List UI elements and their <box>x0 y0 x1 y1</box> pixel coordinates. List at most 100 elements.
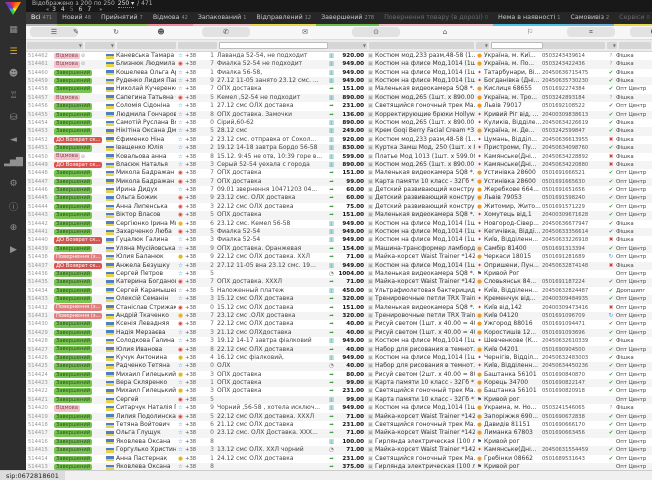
table-row[interactable]: 514447 Завершений Микола Бадражан ◉ +38 … <box>26 178 652 186</box>
comment-icon[interactable]: ✉ <box>299 27 311 37</box>
delivery-pin-icon[interactable]: ⚐ <box>524 27 536 37</box>
table-row[interactable]: 514422 Завершений Михаил Гилецький ● +38… <box>26 387 652 395</box>
table-row[interactable]: 514439 Завершений Уляна Мусійовська ☆ +3… <box>26 245 652 253</box>
settings-icon[interactable]: ⚙ <box>0 173 26 195</box>
table-row[interactable]: 514428 Завершений Солодкова Галина В... … <box>26 337 652 345</box>
marketing-icon[interactable]: ◄ <box>0 129 26 151</box>
column-filter[interactable]: ▼ <box>476 42 489 49</box>
info-icon[interactable]: ⓘ <box>0 195 26 217</box>
reports-icon[interactable]: ▂▅▇ <box>0 151 26 173</box>
status-tab[interactable]: Прийнятий 7 <box>96 12 148 26</box>
table-row[interactable]: 514418 Завершений Тетяна Войтович ☆ +38 … <box>26 421 652 429</box>
client-phone[interactable]: +38 <box>185 102 205 110</box>
table-row[interactable]: 514429 Завершений Надія Мерзаєва ☆ +38 3… <box>26 329 652 337</box>
table-row[interactable]: 514452 ДО Возврат ск... Єфименко Ніна ☆ … <box>26 136 652 144</box>
table-row[interactable]: 514457 Відмова Сапегина Татьяна С... ◉ +… <box>26 94 652 102</box>
page-size-select[interactable]: 250 ▾ <box>118 1 134 8</box>
table-row[interactable]: 514460 Завершений Кошелева Ольга Ар... ☆… <box>26 69 652 77</box>
clients-icon[interactable]: ☻ <box>155 27 167 37</box>
client-phone[interactable]: +38 <box>185 362 205 370</box>
table-row[interactable]: 514459 Завершений Руденко Лидия Пав... ☆… <box>26 77 652 85</box>
client-phone[interactable]: +38 <box>185 262 205 270</box>
client-phone[interactable]: +38 <box>185 379 205 387</box>
client-phone[interactable]: +38 <box>185 320 205 328</box>
table-row[interactable]: 514415 Завершений Горгулько Христина... … <box>26 446 652 454</box>
column-filter[interactable] <box>369 42 474 49</box>
table-row[interactable]: 514417 Завершений Ольга Глущук ☆ +38 0 2… <box>26 429 652 437</box>
table-row[interactable]: 514441 Завершений Захарченко Люба ◉ +38 … <box>26 228 652 236</box>
table-row[interactable]: 514450 Відмова⊘ Ковальова анна ☆ +38 8 1… <box>26 153 652 161</box>
table-row[interactable]: 514433 Завершений Олексій Семанін ☆ +38 … <box>26 295 652 303</box>
client-phone[interactable]: +38 <box>185 337 205 345</box>
client-phone[interactable]: +38 <box>185 52 205 60</box>
table-row[interactable]: 514434 Завершений Сергей Карамышев ☆ +38… <box>26 287 652 295</box>
column-filter[interactable] <box>491 42 543 49</box>
table-row[interactable]: 514419 Завершений Лилия Подолинская ◉ +3… <box>26 413 652 421</box>
client-phone[interactable]: +38 <box>185 304 205 312</box>
orders-icon[interactable]: ☰ <box>0 41 26 63</box>
video-icon[interactable]: ▶ <box>0 239 26 261</box>
table-row[interactable]: 514443 Завершений Віктор Власов ◉ +38 5 … <box>26 211 652 219</box>
client-phone[interactable]: +38 <box>185 446 205 454</box>
client-phone[interactable]: +38 <box>185 278 205 286</box>
ttn-scan-icon[interactable]: ⌗ <box>567 27 615 37</box>
client-phone[interactable]: +38 <box>185 94 205 102</box>
client-phone[interactable]: +38 <box>185 387 205 395</box>
client-phone[interactable]: +38 <box>185 161 205 169</box>
client-phone[interactable]: +38 <box>185 371 205 379</box>
column-filter[interactable]: ▼ <box>85 42 115 49</box>
table-row[interactable]: 514431 Повернення (з... Андрій Ткаченко … <box>26 312 652 320</box>
table-row[interactable]: 514425 Завершений Радченко Тетяна ☆ +38 … <box>26 362 652 370</box>
client-phone[interactable]: +38 <box>185 144 205 152</box>
table-row[interactable]: 514445 Завершений Ольга Божик ◉ +38 9 23… <box>26 194 652 202</box>
column-filter[interactable] <box>619 42 651 49</box>
finance-icon[interactable]: ♖ <box>0 85 26 107</box>
client-phone[interactable]: +38 <box>185 346 205 354</box>
table-row[interactable]: 514437 ДО Возврат ск... Анжела Безушку ☆… <box>26 262 652 270</box>
refresh-icon[interactable]: ↻ <box>110 27 122 37</box>
status-tab[interactable]: Відмова 42 <box>148 12 193 26</box>
table-row[interactable]: 514413 Завершений Яковлева Оксана ☆ +38 … <box>26 463 652 470</box>
status-tab[interactable]: Повернення товару (в дорозі) 0 <box>379 12 493 26</box>
table-row[interactable]: 514446 Завершений Ирина Дидух ☆ +38 7 09… <box>26 186 652 194</box>
column-filter[interactable]: ▼ <box>328 42 367 49</box>
client-phone[interactable]: +38 <box>185 203 205 211</box>
table-row[interactable]: 514451 Завершений Іващенко Юлія ☆ +38 2 … <box>26 144 652 152</box>
table-row[interactable]: 514414 Завершений Анна Пастернак ● +38 1… <box>26 455 652 463</box>
table-row[interactable]: 514423 Завершений Вера Скляренко ☆ +38 1… <box>26 379 652 387</box>
table-row[interactable]: 514436 Завершений Сергей Петров ☆ +38 5 … <box>26 270 652 278</box>
client-phone[interactable]: +38 <box>185 178 205 186</box>
status-tab[interactable]: Завершений 278 <box>316 12 379 26</box>
status-tab[interactable]: Сервіси 0 <box>614 12 652 26</box>
table-row[interactable]: 514424 Завершений Михаил Гилецький ● +38… <box>26 371 652 379</box>
client-phone[interactable]: +38 <box>185 438 205 446</box>
table-row[interactable]: 514449 ДО Возврат ск... Власюк Наталья ☆… <box>26 161 652 169</box>
client-phone[interactable]: +38 <box>185 186 205 194</box>
client-phone[interactable]: +38 <box>185 127 205 135</box>
manager-icon[interactable]: ☻ <box>630 27 652 37</box>
client-phone[interactable]: +38 <box>185 153 205 161</box>
edit-icon[interactable]: ✎ <box>70 27 82 37</box>
table-row[interactable]: 514456 Завершений Соломія Сідоніна ☆ +38… <box>26 102 652 110</box>
client-phone[interactable]: +38 <box>185 220 205 228</box>
products-icon[interactable]: ⌂ <box>439 27 451 37</box>
column-filter[interactable]: ▼ <box>607 42 617 49</box>
clients-icon[interactable]: ☻ <box>0 63 26 85</box>
status-tab[interactable]: Нема в наявності 1 <box>493 12 565 26</box>
client-phone[interactable]: +38 <box>185 421 205 429</box>
client-phone[interactable]: +38 <box>185 354 205 362</box>
status-tab[interactable]: Відправлений 12 <box>251 12 316 26</box>
client-phone[interactable]: +38 <box>185 194 205 202</box>
table-row[interactable]: 514458 Завершений Николай Кучеренко ☆ +3… <box>26 85 652 93</box>
table-row[interactable]: 514426 Завершений Кучук Антонина ● +38 4… <box>26 354 652 362</box>
dashboard-icon[interactable]: ▦ <box>0 19 26 41</box>
status-tab[interactable]: Самовивіз 2 <box>565 12 614 26</box>
client-phone[interactable]: +38 <box>185 169 205 177</box>
client-phone[interactable]: +38 <box>185 228 205 236</box>
client-phone[interactable]: +38 <box>185 404 205 412</box>
sip-phone-label[interactable]: sip:0672818601 <box>0 471 65 480</box>
client-phone[interactable]: +38 <box>185 287 205 295</box>
cart-icon[interactable]: ⛁ <box>0 107 26 129</box>
table-row[interactable]: 514440 ДО Возврат ск... Гуцалюк Галина ☆… <box>26 236 652 244</box>
table-row[interactable]: 514420 Відмова Ситарчук Наталія Гр... ☆ … <box>26 404 652 412</box>
